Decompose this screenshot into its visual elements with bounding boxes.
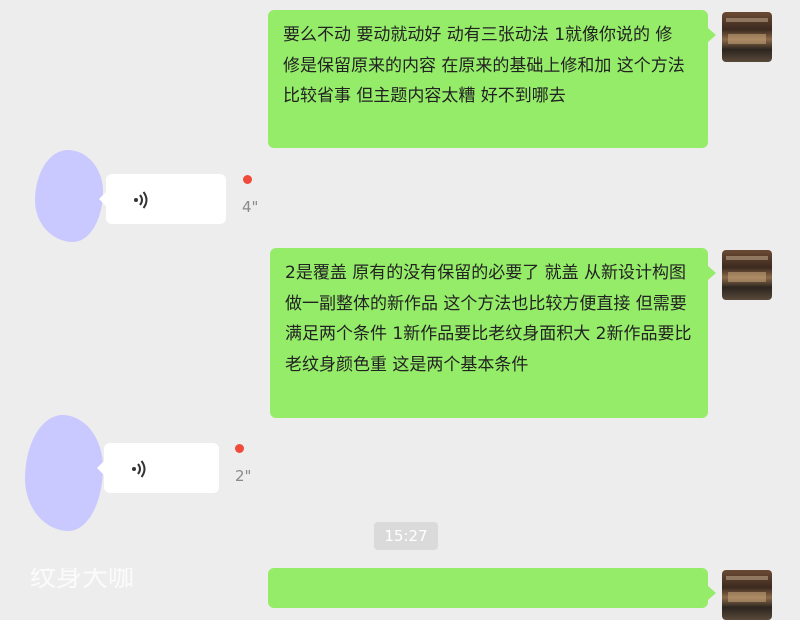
message-bubble-self[interactable]: 2是覆盖 原有的没有保留的必要了 就盖 从新设计构图做一副整体的新作品 这个方法… xyxy=(270,248,716,418)
voice-message-bubble[interactable] xyxy=(99,174,226,224)
chat-timestamp: 15:27 xyxy=(374,522,438,550)
unread-dot xyxy=(243,175,252,184)
unread-dot xyxy=(235,444,244,453)
message-bubble-self-partial[interactable] xyxy=(268,568,716,608)
self-avatar[interactable] xyxy=(722,12,772,62)
voice-duration: 4" xyxy=(242,198,259,216)
self-avatar[interactable] xyxy=(722,570,772,620)
contact-avatar[interactable] xyxy=(25,415,103,531)
voice-wave-icon xyxy=(134,191,148,209)
voice-wave-icon xyxy=(132,460,146,478)
self-avatar[interactable] xyxy=(722,250,772,300)
message-bubble-self[interactable]: 要么不动 要动就动好 动有三张动法 1就像你说的 修 修是保留原来的内容 在原来… xyxy=(268,10,716,148)
contact-avatar[interactable] xyxy=(35,150,103,242)
watermark-logo: 纹身大咖 xyxy=(30,568,135,588)
voice-message-bubble[interactable] xyxy=(97,443,219,493)
voice-duration: 2" xyxy=(235,467,252,485)
